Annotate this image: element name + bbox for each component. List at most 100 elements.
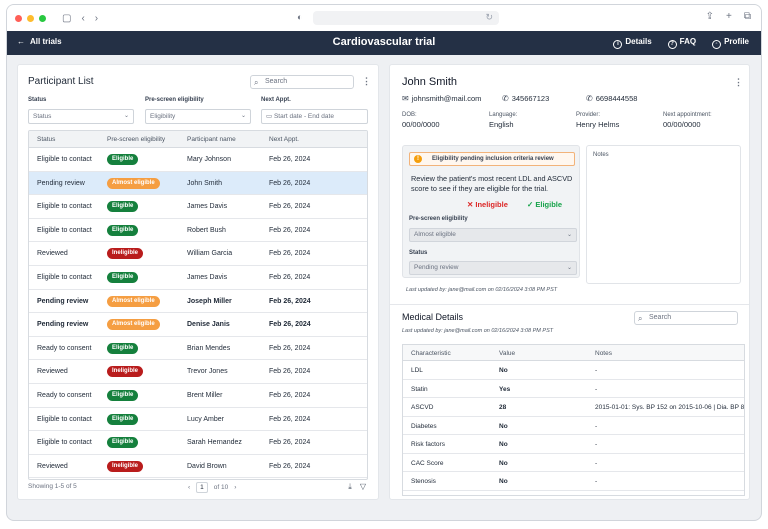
eligibility-badge: Almost eligible — [107, 295, 160, 307]
row-characteristic: Statin — [411, 385, 428, 393]
question-icon: ? — [667, 40, 677, 49]
eligibility-badge: Eligible — [107, 271, 139, 283]
row-next-appt: Feb 26, 2024 — [269, 156, 311, 163]
dob-info: DOB: 00/00/0000 — [402, 112, 440, 129]
browser-toolbar: ▢ ‹ › ◐ ↻ ⇪ + ⧉ — [7, 5, 761, 31]
detail-more-options-icon[interactable]: ⋮ — [734, 77, 743, 88]
table-row[interactable]: Pending review Almost eligible John Smith F… — [29, 171, 367, 196]
status-select[interactable]: Pending review ⌄ — [409, 261, 577, 275]
row-status: Eligible to contact — [37, 226, 92, 234]
table-row[interactable]: Eligible to contact Eligible Mary Johnson F… — [29, 148, 367, 172]
phone1-contact[interactable]: ✆ 345667123 — [502, 94, 549, 103]
row-participant-name: Brian Mendes — [187, 344, 231, 352]
more-options-icon[interactable]: ⋮ — [362, 76, 371, 87]
col-prescreen[interactable]: Pre-screen eligibility — [107, 136, 165, 143]
email-value: johnsmith@mail.com — [411, 94, 482, 103]
col-participant-name[interactable]: Participant name — [187, 136, 236, 143]
minimize-window-button[interactable] — [27, 14, 34, 22]
table-row[interactable]: Eligible to contact Eligible Sarah Hernand… — [29, 431, 367, 455]
medical-last-updated: Last updated by: jane@mail.com on 02/16/… — [402, 328, 554, 334]
notes-label: Notes — [593, 152, 609, 158]
next-page-icon[interactable]: › — [234, 484, 236, 491]
share-icon[interactable]: ⇪ — [706, 11, 714, 22]
download-icon[interactable]: ⤓ — [348, 482, 352, 492]
notes-textarea[interactable]: Notes — [586, 145, 741, 284]
next-appt-info: Next appointment: 00/00/0000 — [663, 112, 712, 129]
calendar-icon: ▭ — [266, 113, 274, 120]
row-status: Pending review — [37, 179, 85, 187]
eligibility-badge: Eligible — [107, 342, 139, 354]
new-tab-icon[interactable]: + — [726, 11, 732, 22]
table-row[interactable]: Reviewed Ineligible William Garcia Feb 26, … — [29, 242, 367, 266]
maximize-window-button[interactable] — [39, 14, 46, 22]
mark-ineligible-button[interactable]: ✕ Ineligible — [467, 200, 508, 209]
row-notes: - — [595, 367, 598, 374]
back-arrow-icon[interactable]: ‹ — [81, 13, 84, 24]
table-row[interactable]: Pending review Almost eligible Denise Jani… — [29, 313, 367, 337]
col-next-appt[interactable]: Next Appt. — [269, 136, 299, 143]
eligibility-badge: Eligible — [107, 437, 139, 449]
mark-eligible-button[interactable]: ✓ Eligible — [527, 200, 562, 209]
filter-icon[interactable]: ▽ — [360, 482, 366, 492]
row-status: Reviewed — [37, 250, 68, 258]
profile-button[interactable]: ◦ Profile — [712, 37, 749, 49]
prev-page-icon[interactable]: ‹ — [188, 484, 190, 491]
row-value: No — [499, 441, 508, 448]
mail-icon: ✉ — [402, 94, 409, 103]
medical-row: Stenosis No - — [403, 472, 744, 491]
status-filter-label: Status — [28, 97, 47, 103]
table-footer: Showing 1-5 of 5 ‹ 1 of 10 › ⤓ ▽ — [28, 482, 368, 496]
table-row[interactable]: Eligible to contact Eligible Robert Bush Fe… — [29, 219, 367, 243]
table-row[interactable]: Eligible to contact Eligible Lucy Amber Feb… — [29, 408, 367, 432]
app-navbar: ← All trials Cardiovascular trial i Detai… — [7, 31, 761, 55]
medical-search-input[interactable]: ⌕ Search — [634, 311, 738, 325]
status-filter-select[interactable]: Status ⌄ — [28, 109, 134, 124]
participant-list-title: Participant List — [28, 76, 94, 87]
table-row[interactable]: Eligible to contact Eligible James Davis Fe… — [29, 266, 367, 290]
back-to-trials-link[interactable]: ← All trials — [17, 37, 62, 46]
row-participant-name: Lucy Amber — [187, 415, 224, 423]
prescreen-eligibility-select[interactable]: Almost eligible ⌄ — [409, 228, 577, 242]
table-row[interactable]: Eligible to contact Eligible James Davis Fe… — [29, 195, 367, 219]
row-participant-name: Mary Johnson — [187, 156, 231, 163]
sidebar-toggle-icon[interactable]: ▢ — [62, 13, 71, 24]
phone1-value: 345667123 — [511, 94, 550, 103]
eligibility-badge: Ineligible — [107, 460, 144, 472]
details-button[interactable]: i Details — [613, 37, 652, 49]
medical-row: CAC Score No - — [403, 454, 744, 472]
faq-button[interactable]: ? FAQ — [667, 37, 696, 49]
table-row[interactable]: Reviewed Ineligible Trevor Jones Feb 26, 20… — [29, 360, 367, 384]
shield-icon[interactable]: ◐ — [297, 12, 302, 22]
status-label: Status — [409, 250, 428, 256]
appt-date-range-input[interactable]: ▭ Start date - End date — [261, 109, 368, 124]
row-participant-name: James Davis — [187, 203, 228, 211]
table-row[interactable]: Pending review Almost eligible Joseph Mill… — [29, 290, 367, 314]
showing-count: Showing 1-5 of 5 — [28, 483, 77, 490]
eligibility-badge: Almost eligible — [107, 319, 160, 331]
participant-detail-panel: John Smith ⋮ ✉ johnsmith@mail.com ✆ 345667… — [389, 64, 750, 500]
row-status: Reviewed — [37, 462, 68, 470]
row-next-appt: Feb 26, 2024 — [269, 297, 311, 305]
participant-search-input[interactable]: ⌕ Search — [250, 75, 354, 89]
row-participant-name: Sarah Hernandez — [187, 439, 242, 447]
row-notes: - — [595, 478, 598, 485]
reload-icon[interactable]: ↻ — [485, 12, 493, 23]
table-row[interactable]: Reviewed Ineligible David Brown Feb 26, 202… — [29, 455, 367, 479]
phone2-contact[interactable]: ✆ 6698444558 — [586, 94, 637, 103]
medical-row: Risk factors No - — [403, 435, 744, 454]
table-row[interactable]: Ready to consent Eligible Brian Mendes Feb … — [29, 337, 367, 361]
table-row[interactable]: Ready to consent Eligible Brent Miller Feb … — [29, 384, 367, 408]
search-placeholder: Search — [265, 78, 288, 85]
close-window-button[interactable] — [15, 14, 22, 22]
prescreen-filter-select[interactable]: Eligibility ⌄ — [145, 109, 251, 124]
tabs-overview-icon[interactable]: ⧉ — [744, 11, 751, 22]
page-number-input[interactable]: 1 — [196, 482, 208, 493]
row-status: Eligible to contact — [37, 273, 92, 281]
medical-details-title: Medical Details — [402, 312, 464, 322]
forward-arrow-icon[interactable]: › — [95, 13, 98, 24]
section-divider — [390, 304, 749, 305]
col-status[interactable]: Status — [37, 136, 55, 143]
address-bar[interactable]: ↻ — [313, 11, 499, 25]
email-contact[interactable]: ✉ johnsmith@mail.com — [402, 94, 481, 103]
medical-search-placeholder: Search — [649, 314, 672, 321]
